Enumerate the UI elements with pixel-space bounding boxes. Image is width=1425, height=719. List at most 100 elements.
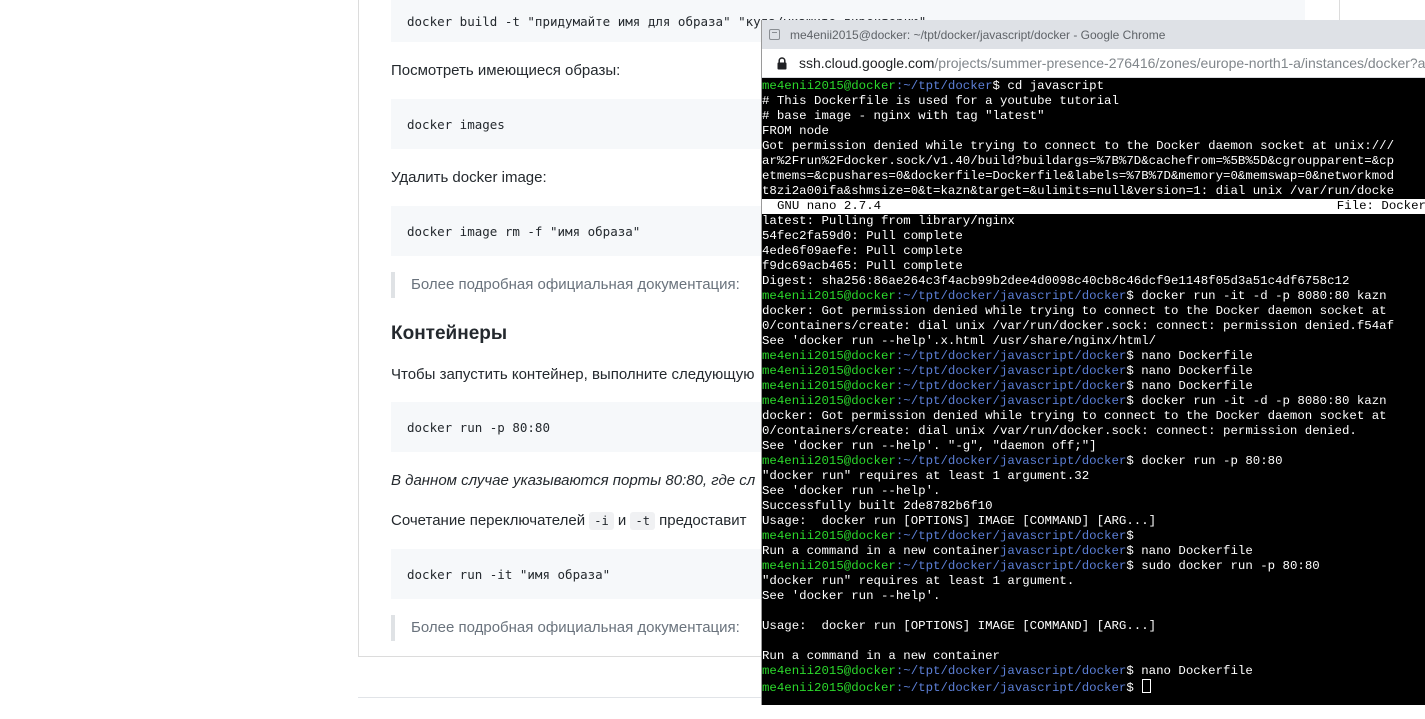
prompt-user: me4enii2015@docker (762, 559, 896, 573)
prompt-user: me4enii2015@docker (762, 379, 896, 393)
prompt-user: me4enii2015@docker (762, 349, 896, 363)
terminal-line: f9dc69acb465: Pull complete (762, 259, 963, 273)
terminal-line: See 'docker run --help'.x.html /usr/shar… (762, 334, 1157, 348)
switches-prefix: Сочетание переключателей (391, 512, 586, 529)
terminal-line: docker: Got permission denied while tryi… (762, 304, 1387, 318)
terminal-line: Run a command in a new container (762, 649, 1000, 663)
window-app-icon (769, 29, 780, 40)
terminal-line: Usage: docker run [OPTIONS] IMAGE [COMMA… (762, 619, 1157, 633)
terminal-line: FROM node (762, 124, 829, 138)
prompt-command: $ nano Dockerfile (1126, 664, 1253, 678)
prompt-path: :~/tpt/docker/javascript/docker (895, 559, 1127, 573)
terminal-line: latest: Pulling from library/nginx (762, 214, 1015, 228)
prompt-command: $ docker run -it -d -p 8080:80 kazn (1126, 289, 1387, 303)
url-path[interactable]: /projects/summer-presence-276416/zones/e… (934, 55, 1425, 71)
terminal-line: # This Dockerfile is used for a youtube … (762, 94, 1119, 108)
terminal-line: # base image - nginx with tag "latest" (762, 109, 1045, 123)
paragraph-switches: Сочетание переключателей -i и -t предост… (391, 512, 747, 530)
prompt-user: me4enii2015@docker (762, 394, 896, 408)
code-text: docker images (407, 116, 505, 132)
blockquote-docs-2: Более подробная официальная документация… (391, 615, 740, 641)
terminal-line: 0/containers/create: dial unix /var/run/… (762, 319, 1395, 333)
terminal-line: me4enii2015@docker:~/tpt/docker/javascri… (762, 349, 1425, 364)
terminal-line: etmems=&cpushares=0&dockerfile=Dockerfil… (762, 169, 1395, 183)
quote-text: Более подробная официальная документация… (411, 276, 740, 293)
terminal-line: See 'docker run --help'. "-g", "daemon o… (762, 439, 1097, 453)
inline-code-i: -i (589, 512, 614, 530)
paragraph-delete-image: Удалить docker image: (391, 169, 547, 186)
prompt-user: me4enii2015@docker (762, 681, 896, 694)
paragraph-run-container: Чтобы запустить контейнер, выполните сле… (391, 366, 755, 383)
terminal-line: me4enii2015@docker:~/tpt/docker/javascri… (762, 364, 1425, 379)
terminal-line: me4enii2015@docker:~/tpt/docker/javascri… (762, 559, 1425, 574)
prompt-path: :~/tpt/docker/javascript/docker (895, 289, 1127, 303)
terminal-line: Got permission denied while trying to co… (762, 139, 1395, 153)
terminal-line: 0/containers/create: dial unix /var/run/… (762, 424, 1357, 438)
terminal-line: me4enii2015@docker:~/tpt/docker/javascri… (762, 529, 1425, 544)
terminal-line: Successfully built 2de8782b6f10 (762, 499, 993, 513)
prompt-command: $ sudo docker run -p 80:80 (1126, 559, 1320, 573)
heading-containers: Контейнеры (391, 323, 508, 344)
chrome-ssh-window[interactable]: me4enii2015@docker: ~/tpt/docker/javascr… (761, 20, 1425, 705)
prompt-command: $ cd javascript (992, 79, 1105, 93)
address-bar[interactable]: ssh.cloud.google.com/projects/summer-pre… (762, 49, 1425, 78)
paragraph-ports-note: В данном случае указываются порты 80:80,… (391, 472, 756, 489)
paragraph-view-images: Посмотреть имеющиеся образы: (391, 62, 621, 79)
prompt-user: me4enii2015@docker (762, 289, 896, 303)
terminal-cursor (1142, 679, 1152, 693)
prompt-path: javascript/docker (999, 544, 1127, 558)
code-text: docker run -it "имя образа" (407, 566, 611, 582)
switches-suffix: предоставит (659, 512, 747, 529)
terminal-line: t8zi2a00ifa&shmsize=0&t=kazn&target=&uli… (762, 184, 1395, 198)
prompt-user: me4enii2015@docker (762, 529, 896, 543)
window-title-bar[interactable]: me4enii2015@docker: ~/tpt/docker/javascr… (762, 20, 1425, 49)
terminal-line: 54fec2fa59d0: Pull complete (762, 229, 963, 243)
prompt-path: :~/tpt/docker/javascript/docker (895, 379, 1127, 393)
terminal[interactable]: me4enii2015@docker:~/tpt/docker$ cd java… (762, 79, 1425, 705)
terminal-line: me4enii2015@docker:~/tpt/docker/javascri… (762, 454, 1425, 469)
terminal-line: me4enii2015@docker:~/tpt/docker/javascri… (762, 289, 1425, 304)
prompt-command: $ nano Dockerfile (1126, 544, 1253, 558)
prompt-path: :~/tpt/docker/javascript/docker (895, 454, 1127, 468)
prompt-path: :~/tpt/docker/javascript/docker (895, 529, 1127, 543)
prompt-command: $ nano Dockerfile (1126, 349, 1253, 363)
prompt-command: $ (1126, 681, 1142, 694)
terminal-line: ar%2Frun%2Fdocker.sock/v1.40/build?build… (762, 154, 1395, 168)
prompt-command: $ docker run -it -d -p 8080:80 kazn (1126, 394, 1387, 408)
terminal-line: "docker run" requires at least 1 argumen… (762, 469, 1090, 483)
terminal-line: Run a command in a new containerjavascri… (762, 544, 1425, 559)
url-host[interactable]: ssh.cloud.google.com (799, 55, 934, 71)
terminal-line: me4enii2015@docker:~/tpt/docker/javascri… (762, 679, 1425, 694)
terminal-line: me4enii2015@docker:~/tpt/docker$ cd java… (762, 79, 1425, 94)
nano-file: File: Docker (1336, 199, 1425, 213)
terminal-line: 4ede6f09aefe: Pull complete (762, 244, 963, 258)
nano-header-bar: GNU nano 2.7.4 File: Docker (762, 199, 1425, 214)
terminal-line: me4enii2015@docker:~/tpt/docker/javascri… (762, 379, 1425, 394)
window-title: me4enii2015@docker: ~/tpt/docker/javascr… (790, 27, 1166, 42)
terminal-line: me4enii2015@docker:~/tpt/docker/javascri… (762, 394, 1425, 409)
code-text: docker run -p 80:80 (407, 419, 550, 435)
prompt-user: me4enii2015@docker (762, 364, 896, 378)
terminal-line: me4enii2015@docker:~/tpt/docker/javascri… (762, 664, 1425, 679)
terminal-line: Digest: sha256:86ae264c3f4acb99b2dee4d00… (762, 274, 1350, 288)
prompt-command: $ nano Dockerfile (1126, 364, 1253, 378)
prompt-path: :~/tpt/docker (895, 79, 993, 93)
prompt-path: :~/tpt/docker/javascript/docker (895, 394, 1127, 408)
prompt-user: me4enii2015@docker (762, 79, 896, 93)
terminal-line: See 'docker run --help'. (762, 484, 941, 498)
prompt-user: me4enii2015@docker (762, 664, 896, 678)
terminal-line: docker: Got permission denied while tryi… (762, 409, 1387, 423)
prompt-path: :~/tpt/docker/javascript/docker (895, 664, 1127, 678)
quote-text: Более подробная официальная документация… (411, 619, 740, 636)
prompt-path: :~/tpt/docker/javascript/docker (895, 681, 1127, 694)
nano-version: GNU nano 2.7.4 (777, 199, 882, 213)
prompt-path: :~/tpt/docker/javascript/docker (895, 349, 1127, 363)
lock-icon[interactable] (775, 56, 789, 70)
prompt-path: :~/tpt/docker/javascript/docker (895, 364, 1127, 378)
switches-and: и (617, 512, 627, 529)
prompt-command: $ nano Dockerfile (1126, 379, 1253, 393)
blockquote-docs-1: Более подробная официальная документация… (391, 272, 740, 298)
terminal-line: Usage: docker run [OPTIONS] IMAGE [COMMA… (762, 514, 1157, 528)
